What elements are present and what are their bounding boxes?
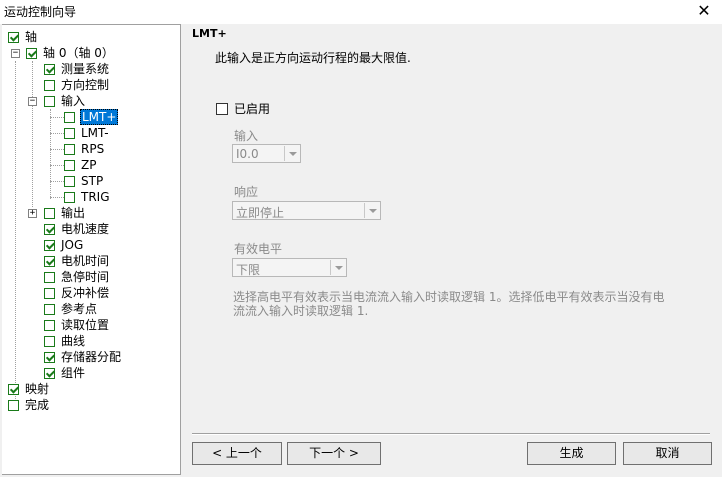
tree-item-zp[interactable]: ZP (64, 157, 97, 173)
input-label: 输入 (234, 129, 259, 143)
tree-line (32, 61, 33, 207)
level-hint: 选择高电平有效表示当电流流入输入时读取逻辑 1。选择低电平有效表示当没有电流流入… (233, 290, 665, 318)
checkbox-icon (44, 271, 55, 283)
generate-button[interactable]: 生成 (527, 442, 616, 465)
tree-item-backlash[interactable]: 反冲补偿 (44, 285, 110, 301)
tree-item-motor-speed[interactable]: 电机速度 (44, 221, 110, 237)
content-panel: LMT+ 此输入是正方向运动行程的最大限值. 已启用 输入 I0.0 响应 立即… (182, 24, 722, 477)
checkbox-icon (44, 255, 55, 267)
response-label: 响应 (234, 185, 259, 199)
checkbox-icon (8, 383, 19, 395)
tree-item-memory[interactable]: 存储器分配 (44, 349, 122, 365)
tree-item-direction[interactable]: 方向控制 (44, 77, 110, 93)
collapse-icon[interactable]: − (28, 97, 37, 106)
checkbox-icon (44, 63, 55, 75)
tree-item-lmt-plus[interactable]: LMT+ (64, 109, 119, 125)
checkbox-icon (44, 207, 55, 219)
level-label: 有效电平 (234, 242, 283, 256)
tree-item-components[interactable]: 组件 (44, 365, 86, 381)
tree-item-curve[interactable]: 曲线 (44, 333, 86, 349)
navigation-tree[interactable]: − − + 轴 轴 0（轴 0） 测量系统 方向控制 输入 LMT+ LMT- … (2, 24, 181, 475)
page-description: 此输入是正方向运动行程的最大限值. (215, 51, 411, 65)
tree-item-finish[interactable]: 完成 (8, 397, 50, 413)
checkbox-icon (8, 399, 19, 411)
enable-checkbox[interactable]: 已启用 (216, 100, 270, 117)
tree-item-axis0[interactable]: 轴 0（轴 0） (26, 45, 115, 61)
tree-line (50, 109, 51, 199)
checkbox-icon (44, 367, 55, 379)
prev-button[interactable]: < 上一个 (192, 442, 282, 465)
checkbox-icon (64, 175, 75, 187)
chevron-down-icon (330, 260, 345, 275)
checkbox-icon (8, 31, 19, 43)
tree-item-output[interactable]: 输出 (44, 205, 86, 221)
tree-line (50, 181, 64, 182)
page-title: LMT+ (192, 27, 227, 40)
checkbox-icon (64, 111, 75, 123)
checkbox-icon (44, 303, 55, 315)
checkbox-icon (64, 143, 75, 155)
window-title: 运动控制向导 (4, 5, 77, 19)
title-bar: 运动控制向导 ✕ (0, 0, 722, 24)
tree-item-stp[interactable]: STP (64, 173, 104, 189)
tree-item-lmt-minus[interactable]: LMT- (64, 125, 110, 141)
level-select[interactable]: 下限 (232, 258, 347, 277)
tree-item-motor-time[interactable]: 电机时间 (44, 253, 110, 269)
tree-item-rps[interactable]: RPS (64, 141, 105, 157)
input-select[interactable]: I0.0 (232, 144, 301, 163)
tree-line (50, 165, 64, 166)
tree-item-mapping[interactable]: 映射 (8, 381, 50, 397)
next-button[interactable]: 下一个 > (287, 442, 381, 465)
tree-line (50, 117, 64, 118)
close-icon[interactable]: ✕ (692, 1, 716, 21)
tree-line (50, 149, 64, 150)
checkbox-icon (64, 191, 75, 203)
checkbox-icon (44, 351, 55, 363)
tree-item-jog[interactable]: JOG (44, 237, 84, 253)
checkbox-icon (44, 287, 55, 299)
cancel-button[interactable]: 取消 (623, 442, 712, 465)
checkbox-icon (216, 102, 228, 115)
tree-line (15, 61, 16, 411)
checkbox-icon (44, 239, 55, 251)
enable-label: 已启用 (234, 102, 271, 116)
tree-item-reference[interactable]: 参考点 (44, 301, 98, 317)
checkbox-icon (44, 335, 55, 347)
checkbox-icon (44, 79, 55, 91)
checkbox-icon (44, 95, 55, 107)
tree-item-axis[interactable]: 轴 (8, 29, 38, 45)
tree-item-estop-time[interactable]: 急停时间 (44, 269, 110, 285)
checkbox-icon (44, 319, 55, 331)
tree-item-input[interactable]: 输入 (44, 93, 86, 109)
tree-line (50, 197, 64, 198)
chevron-down-icon (284, 146, 299, 161)
checkbox-icon (44, 223, 55, 235)
expand-icon[interactable]: + (28, 209, 37, 218)
response-select[interactable]: 立即停止 (232, 201, 381, 220)
tree-item-read-position[interactable]: 读取位置 (44, 317, 110, 333)
chevron-down-icon (364, 203, 379, 218)
divider (192, 433, 710, 435)
tree-line (50, 133, 64, 134)
tree-item-trig[interactable]: TRIG (64, 189, 111, 205)
collapse-icon[interactable]: − (11, 49, 20, 58)
checkbox-icon (64, 127, 75, 139)
checkbox-icon (64, 159, 75, 171)
checkbox-icon (26, 47, 37, 59)
tree-item-measurement[interactable]: 测量系统 (44, 61, 110, 77)
